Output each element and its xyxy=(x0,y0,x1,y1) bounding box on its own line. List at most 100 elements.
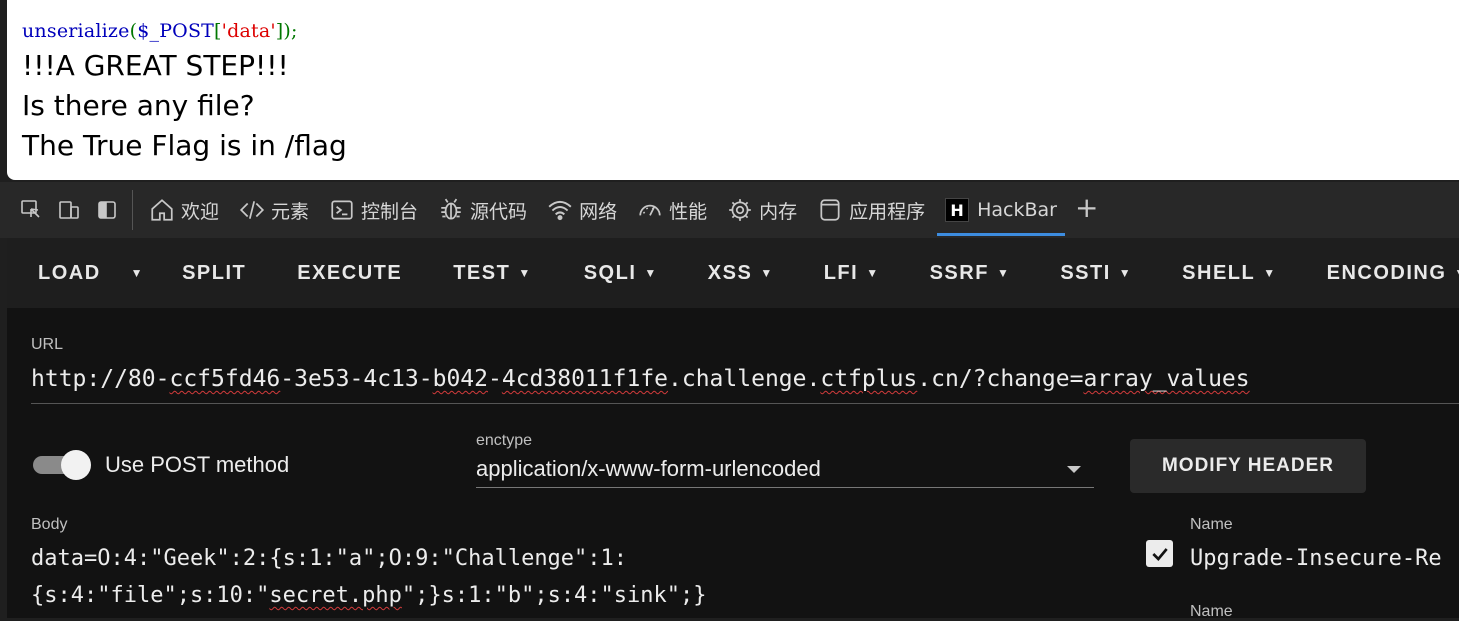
header-name-label: Name xyxy=(1190,603,1233,620)
check-icon xyxy=(1151,547,1168,561)
code-punc: [ xyxy=(214,20,222,42)
url-text: ccf5fd46 xyxy=(169,366,281,392)
button-label: EXECUTE xyxy=(297,261,403,284)
sqli-menu-button[interactable]: SQLI ▼ xyxy=(584,238,658,308)
tab-console[interactable]: 控制台 xyxy=(319,182,428,238)
page-content: unserialize($_POST['data']); !!!A GREAT … xyxy=(7,0,1459,180)
code-string: 'data' xyxy=(221,20,276,42)
body-line[interactable]: data=O:4:"Geek":2:{s:1:"a";O:9:"Challeng… xyxy=(31,546,627,571)
post-method-toggle[interactable] xyxy=(33,448,91,480)
tab-hackbar[interactable]: H HackBar xyxy=(935,182,1067,238)
tab-performance[interactable]: 性能 xyxy=(627,182,717,238)
tab-sources[interactable]: 源代码 xyxy=(428,182,537,238)
shell-menu-button[interactable]: SHELL ▼ xyxy=(1182,238,1276,308)
app-icon xyxy=(820,199,840,221)
load-dropdown-button[interactable]: ▼ xyxy=(131,238,144,308)
hackbar-toolbar: LOAD ▼ SPLIT EXECUTE TEST ▼ SQLI ▼ XSS ▼ LF… xyxy=(7,238,1459,308)
url-input[interactable]: http://80-ccf5fd46-3e53-4c13-b042-4cd380… xyxy=(31,366,1250,392)
url-text: .cn/?change= xyxy=(917,366,1084,392)
header-name-label: Name xyxy=(1190,516,1233,533)
device-toggle-icon[interactable] xyxy=(50,182,88,238)
button-label: TEST xyxy=(453,261,511,284)
modify-header-button[interactable]: MODIFY HEADER xyxy=(1130,439,1366,493)
code-punc: ); xyxy=(283,20,298,42)
url-text: http://80- xyxy=(31,366,170,392)
chevron-down-icon: ▼ xyxy=(760,266,774,280)
test-menu-button[interactable]: TEST ▼ xyxy=(453,238,532,308)
url-text: -3e53-4c13- xyxy=(280,366,433,392)
tab-label: 欢迎 xyxy=(181,200,220,223)
tab-application[interactable]: 应用程序 xyxy=(807,182,935,238)
tab-memory[interactable]: 内存 xyxy=(717,182,807,238)
button-label: LFI xyxy=(823,261,859,284)
split-button[interactable]: SPLIT xyxy=(182,238,246,308)
url-text: .challenge. xyxy=(668,366,821,392)
bug-icon xyxy=(441,198,461,220)
url-text: - xyxy=(487,366,502,392)
home-icon xyxy=(151,199,173,221)
tab-label: 源代码 xyxy=(470,200,528,223)
body-text: ";}s:1:"b";s:4:"sink";} xyxy=(401,583,707,608)
button-label: SPLIT xyxy=(182,261,247,284)
hackbar-panel: URL http://80-ccf5fd46-3e53-4c13-b042-4c… xyxy=(7,308,1459,620)
dock-side-icon[interactable] xyxy=(88,182,126,238)
php-code-line: unserialize($_POST['data']); xyxy=(22,20,298,42)
tab-label: HackBar xyxy=(977,199,1057,221)
body-line[interactable]: {s:4:"file";s:10:"secret.php";}s:1:"b";s… xyxy=(31,583,707,608)
code-variable: $_POST xyxy=(137,20,215,42)
url-text: array_values xyxy=(1083,366,1250,392)
code-icon xyxy=(239,201,265,219)
url-text: 4cd38011f1fe xyxy=(501,366,669,392)
chevron-down-icon: ▼ xyxy=(996,266,1011,280)
tab-welcome[interactable]: 欢迎 xyxy=(139,182,229,238)
ssrf-menu-button[interactable]: SSRF ▼ xyxy=(930,238,1011,308)
add-tab-icon[interactable]: + xyxy=(1067,191,1106,224)
button-label: SSRF xyxy=(929,261,989,284)
gauge-icon xyxy=(639,204,661,216)
button-label: SSTI xyxy=(1060,261,1111,284)
xss-menu-button[interactable]: XSS ▼ xyxy=(708,238,774,308)
tab-elements[interactable]: 元素 xyxy=(229,182,319,238)
chip-icon xyxy=(729,199,751,221)
button-label: ENCODING xyxy=(1326,261,1447,284)
url-label: URL xyxy=(31,336,64,353)
tab-label: 元素 xyxy=(271,200,310,223)
tab-label: 内存 xyxy=(759,200,798,223)
tabbar-divider xyxy=(132,190,133,230)
inspect-icon[interactable] xyxy=(12,182,50,238)
header-enable-checkbox[interactable] xyxy=(1146,540,1173,567)
chevron-down-icon: ▼ xyxy=(1118,266,1133,280)
chevron-down-icon: ▼ xyxy=(1263,266,1277,280)
body-label: Body xyxy=(31,516,68,533)
hackbar-logo: H xyxy=(945,198,970,222)
chevron-down-icon: ▼ xyxy=(1454,266,1459,280)
tab-network[interactable]: 网络 xyxy=(537,182,627,238)
code-function: unserialize xyxy=(22,20,130,42)
console-icon xyxy=(331,200,353,220)
devtools-tabbar: 欢迎 元素 控制台 源代码 网络 性能 内存 应用程序 H HackBar + xyxy=(0,182,1459,238)
page-text-line: Is there any file? xyxy=(22,89,255,122)
tab-label: 网络 xyxy=(579,200,618,223)
chevron-down-icon: ▼ xyxy=(644,266,658,280)
header-name-input[interactable]: Upgrade-Insecure-Re xyxy=(1190,546,1442,571)
enctype-select[interactable]: application/x-www-form-urlencoded xyxy=(476,456,821,482)
execute-button[interactable]: EXECUTE xyxy=(297,238,402,308)
tab-label: 性能 xyxy=(669,200,708,223)
button-label: XSS xyxy=(707,261,753,284)
lfi-menu-button[interactable]: LFI ▼ xyxy=(824,238,880,308)
post-method-label: Use POST method xyxy=(105,452,290,477)
enctype-underline xyxy=(476,487,1094,488)
body-text: secret.php xyxy=(269,583,402,608)
toggle-knob xyxy=(61,450,91,480)
chevron-down-icon[interactable] xyxy=(1067,466,1081,473)
chevron-down-icon: ▼ xyxy=(518,266,532,280)
encoding-menu-button[interactable]: ENCODING ▼ xyxy=(1327,238,1459,308)
page-text-line: !!!A GREAT STEP!!! xyxy=(22,49,289,82)
tab-label: 控制台 xyxy=(361,200,419,223)
ssti-menu-button[interactable]: SSTI ▼ xyxy=(1060,238,1132,308)
button-label: SHELL xyxy=(1182,261,1256,284)
enctype-label: enctype xyxy=(476,432,533,449)
button-label: SQLI xyxy=(583,261,637,284)
body-text: {s:4:"file";s:10:" xyxy=(31,583,270,608)
load-button[interactable]: LOAD xyxy=(38,238,101,308)
